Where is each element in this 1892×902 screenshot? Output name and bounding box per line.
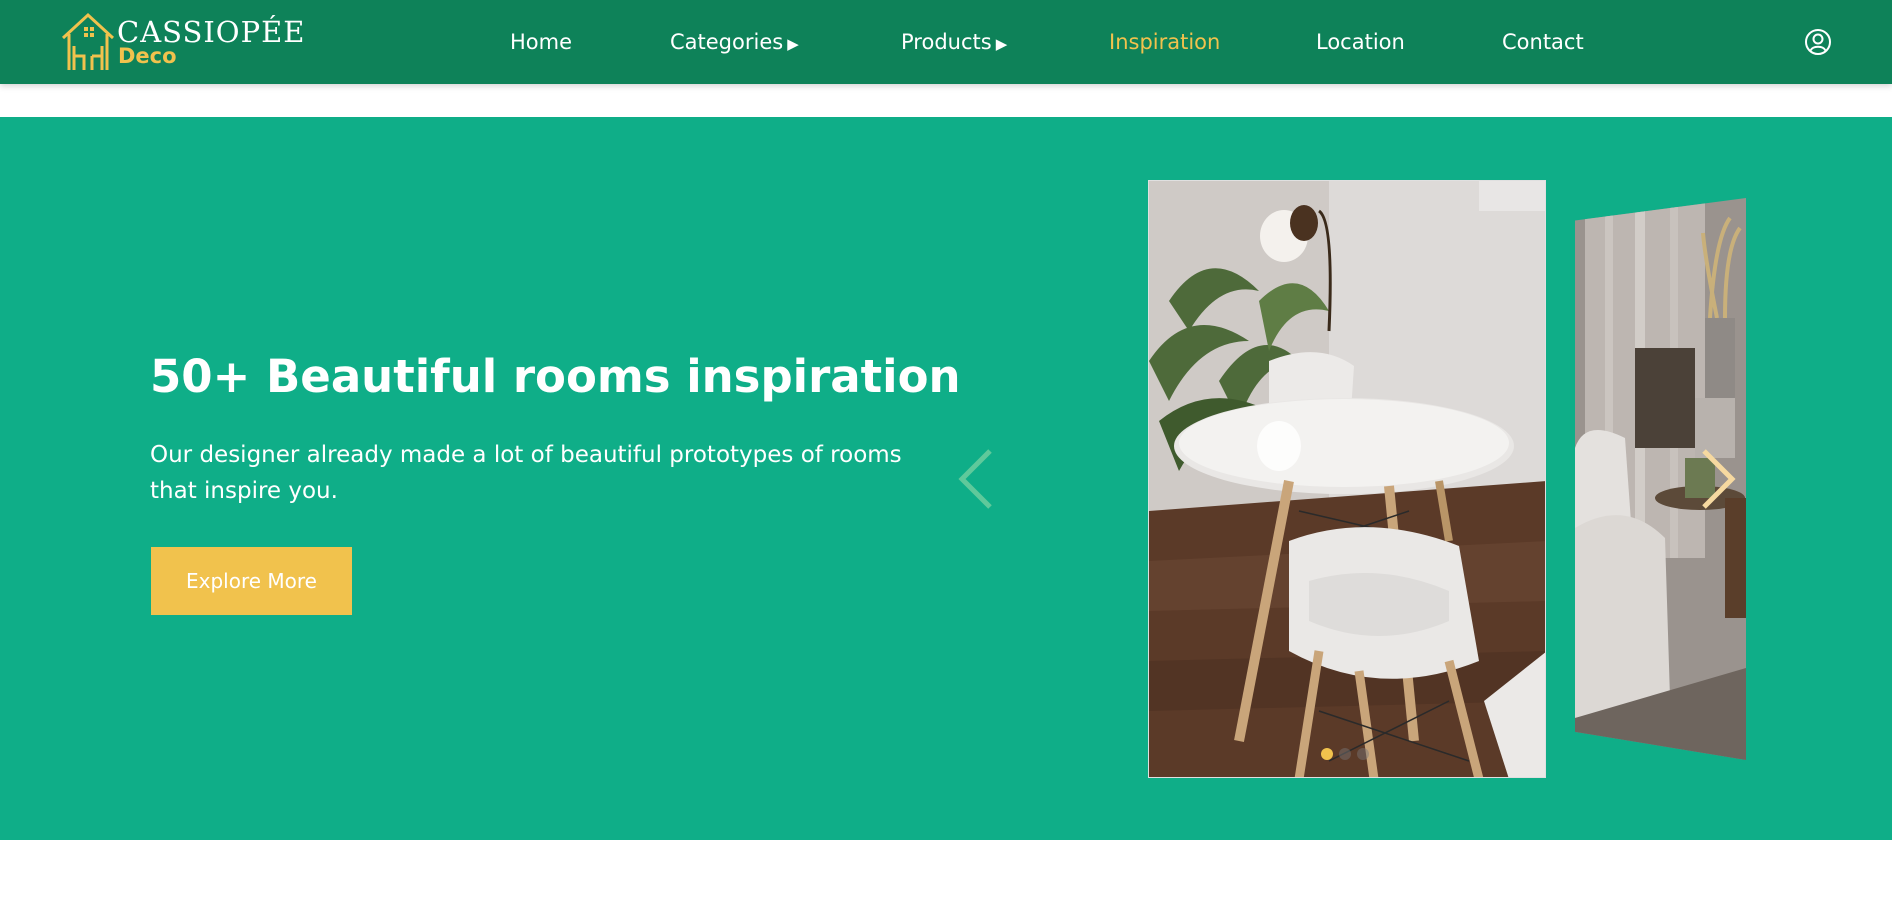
chevron-left-icon[interactable] bbox=[954, 447, 998, 511]
nav-categories[interactable]: Categories ▶ bbox=[670, 28, 799, 58]
nav-contact[interactable]: Contact bbox=[1502, 28, 1584, 56]
hero-title: 50+ Beautiful rooms inspiration bbox=[150, 350, 961, 403]
chevron-right-icon[interactable] bbox=[1696, 447, 1740, 511]
site-header: CASSIOPÉE Deco Home Categories ▶ Products… bbox=[0, 0, 1892, 84]
nav-products[interactable]: Products ▶ bbox=[901, 28, 1007, 58]
nav-location-label: Location bbox=[1316, 30, 1405, 54]
nav-home[interactable]: Home bbox=[510, 28, 572, 56]
carousel-dots bbox=[1321, 748, 1381, 762]
submenu-arrow-icon: ▶ bbox=[995, 35, 1008, 53]
main-navigation: Home Categories ▶ Products ▶ Inspiration L… bbox=[0, 0, 1892, 84]
hero-section: 50+ Beautiful rooms inspiration Our desi… bbox=[0, 117, 1892, 840]
nav-categories-label: Categories bbox=[670, 30, 784, 54]
nav-inspiration-label: Inspiration bbox=[1109, 30, 1221, 54]
nav-products-label: Products bbox=[901, 30, 992, 54]
nav-inspiration[interactable]: Inspiration bbox=[1109, 28, 1220, 56]
submenu-arrow-icon: ▶ bbox=[787, 35, 799, 53]
carousel-dot-1[interactable] bbox=[1321, 748, 1333, 760]
explore-more-button[interactable]: Explore More bbox=[151, 547, 352, 615]
room-photo-dining-corner bbox=[1149, 181, 1545, 777]
user-account-icon[interactable] bbox=[1804, 28, 1832, 56]
carousel-dot-2[interactable] bbox=[1339, 748, 1351, 760]
nav-contact-label: Contact bbox=[1502, 30, 1584, 54]
carousel-dot-3[interactable] bbox=[1357, 748, 1369, 760]
carousel-slide-active[interactable] bbox=[1148, 180, 1546, 778]
nav-location[interactable]: Location bbox=[1316, 28, 1405, 56]
hero-description: Our designer already made a lot of beaut… bbox=[150, 442, 902, 504]
nav-home-label: Home bbox=[510, 30, 573, 54]
